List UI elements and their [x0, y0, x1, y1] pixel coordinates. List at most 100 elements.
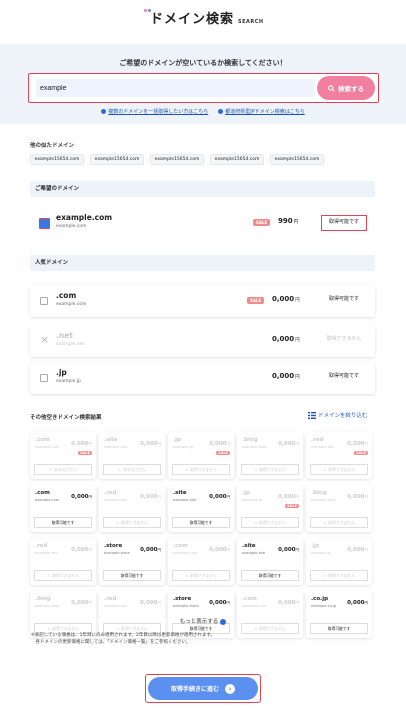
result-domain-sub: example.com	[35, 498, 60, 502]
result-card[interactable]: .jp example.jp 0,000円 SALE × 取得できません	[168, 432, 234, 479]
result-domain: .com	[35, 490, 50, 496]
result-card[interactable]: .com example.com 0,000円 取得可能です	[30, 485, 96, 532]
popular-checkbox[interactable]	[40, 374, 48, 382]
similar-chip[interactable]: example15654.com	[270, 154, 324, 165]
close-icon: ×	[185, 467, 189, 472]
result-domain-sub: example.site	[242, 551, 266, 555]
sale-badge: SALE	[216, 451, 230, 455]
popular-price: 0,000円	[272, 295, 300, 303]
result-status-button[interactable]: × 取得できません	[241, 517, 299, 528]
result-card[interactable]: .jp example.jp 0,000円 × 取得できません	[306, 538, 372, 585]
result-card[interactable]: .store example.store 0,000円 取得可能です	[99, 538, 165, 585]
result-domain: .site	[242, 543, 256, 549]
result-card[interactable]: .com example.com 0,000円 × 取得できません	[237, 591, 303, 638]
result-status-button[interactable]: 取得可能です	[103, 570, 161, 581]
result-card[interactable]: .site example.site 0,000円 取得可能です	[237, 538, 303, 585]
wanted-card[interactable]: example.com example.com SALE 990円 取得可能です	[30, 207, 375, 239]
result-status-button[interactable]: 取得可能です	[241, 570, 299, 581]
result-domain-sub: example.blog	[242, 445, 267, 449]
result-card[interactable]: .com example.com 0,000円 SALE × あみなさせん	[30, 432, 96, 479]
result-status-button[interactable]: × 取得できません	[310, 570, 368, 581]
result-price: 0,000円	[209, 441, 230, 447]
result-price: 0,000円	[71, 600, 92, 606]
close-icon: ×	[185, 573, 189, 578]
search-button-label: 検索する	[338, 85, 364, 93]
close-icon: ×	[116, 520, 120, 525]
result-price: 0,000円	[209, 494, 230, 500]
popular-card[interactable]: .com example.com SALE 0,000円 取得可能です	[30, 285, 375, 317]
result-domain: .jp	[242, 490, 250, 496]
search-input[interactable]	[36, 79, 315, 97]
result-card[interactable]: .red example.red 0,000円 × 取得できません	[30, 538, 96, 585]
result-domain-sub: example.store	[104, 551, 130, 555]
result-status-button[interactable]: × 取得できません	[34, 570, 92, 581]
result-card[interactable]: .co.jp example.co.jp 0,000円 取得可能です	[306, 591, 372, 638]
similar-chip[interactable]: example15654.com	[90, 154, 144, 165]
similar-chip[interactable]: example15654.com	[30, 154, 84, 165]
pref-jp-link[interactable]: 都道府県型JPドメイン検索はこちら	[218, 108, 305, 115]
bulk-link[interactable]: 複数のドメインを一括取得したい方はこちら	[101, 108, 208, 115]
popular-title: 人気ドメイン	[30, 255, 375, 271]
popular-price: 0,000円	[272, 372, 300, 380]
sale-badge: SALE	[253, 219, 271, 226]
result-card[interactable]: .blog example.blog 0,000円 × 取得できません	[30, 591, 96, 638]
result-price: 0,000円	[140, 494, 161, 500]
result-card[interactable]: .store example.store 0,000円 取得可能です	[168, 591, 234, 638]
result-domain-sub: example.jp	[242, 498, 262, 502]
filter-button[interactable]: ドメインを絞り込む	[308, 411, 368, 419]
result-card[interactable]: .blog example.blog 0,000円 × 取得できません	[237, 432, 303, 479]
popular-status: 取得可能です	[328, 296, 359, 302]
similar-chip[interactable]: example15654.com	[150, 154, 204, 165]
result-status-button[interactable]: × 取得できません	[310, 464, 368, 475]
popular-status: 取得できません	[326, 336, 362, 342]
result-domain: .blog	[35, 596, 51, 602]
popular-card[interactable]: × .net example.net 0,000円 取得できません	[30, 325, 375, 357]
result-domain-sub: example.jp	[311, 551, 331, 555]
close-icon: ×	[254, 467, 258, 472]
result-card[interactable]: .red example.red 0,000円 × 取得できません	[99, 485, 165, 532]
popular-card[interactable]: .jp example.jp 0,000円 取得可能です	[30, 362, 375, 394]
result-status-button[interactable]: × 取得できません	[172, 464, 230, 475]
result-price: 0,000円	[347, 600, 368, 606]
sale-badge: SALE	[78, 451, 92, 455]
result-card[interactable]: .red example.red 0,000円 SALE × 取得できません	[306, 432, 372, 479]
search-button[interactable]: 検索する	[317, 76, 375, 100]
result-status-button[interactable]: × 取得できません	[103, 517, 161, 528]
result-price: 0,000円	[347, 547, 368, 553]
result-domain-sub: example.red	[35, 551, 58, 555]
similar-list: example15654.com example15654.com example1…	[30, 154, 324, 165]
result-card[interactable]: .jp example.jp 0,000円 SALE × 取得できません	[237, 485, 303, 532]
wanted-title: ご希望のドメイン	[30, 181, 375, 197]
close-icon: ×	[47, 573, 51, 578]
result-status-button[interactable]: × 取得できません	[310, 517, 368, 528]
result-status-button[interactable]: × あみなさせん	[103, 464, 161, 475]
result-status-button[interactable]: 取得可能です	[172, 517, 230, 528]
result-domain: .site	[104, 437, 118, 443]
wanted-checkbox[interactable]	[39, 218, 50, 229]
result-card[interactable]: .red example.red 0,000円 × 取得できません	[99, 591, 165, 638]
sale-badge: SALE	[354, 451, 368, 455]
result-status-button[interactable]: 取得可能です	[34, 517, 92, 528]
others-grid: .com example.com 0,000円 SALE × あみなさせん .site exa…	[30, 432, 375, 638]
search-icon	[328, 84, 335, 92]
result-domain: .blog	[242, 437, 258, 443]
result-status-button[interactable]: × 取得できません	[241, 464, 299, 475]
close-icon: ×	[323, 520, 327, 525]
result-status-button[interactable]: × 取得できません	[172, 570, 230, 581]
result-domain: .red	[104, 490, 117, 496]
result-status-button[interactable]: × あみなさせん	[34, 464, 92, 475]
result-card[interactable]: .blog example.blog 0,000円 × 取得できません	[306, 485, 372, 532]
proceed-button[interactable]: 取得手続きに進む ›	[148, 677, 258, 700]
result-card[interactable]: .site example.site 0,000円 × あみなさせん	[99, 432, 165, 479]
more-button[interactable]: もっと表示する	[0, 617, 406, 625]
result-price: 0,000円	[347, 441, 368, 447]
result-price: 0,000円	[278, 600, 299, 606]
close-icon: ×	[47, 626, 51, 631]
similar-chip[interactable]: example15654.com	[210, 154, 264, 165]
arrow-right-icon: ›	[225, 683, 235, 694]
site-logo[interactable]: ドメイン検索 SEARCH	[144, 8, 264, 27]
result-card[interactable]: .com example.com 0,000円 × 取得できません	[168, 538, 234, 585]
result-card[interactable]: .site example.site 0,000円 取得可能です	[168, 485, 234, 532]
popular-checkbox[interactable]	[40, 297, 48, 305]
result-domain-sub: example.co.jp	[311, 604, 337, 608]
